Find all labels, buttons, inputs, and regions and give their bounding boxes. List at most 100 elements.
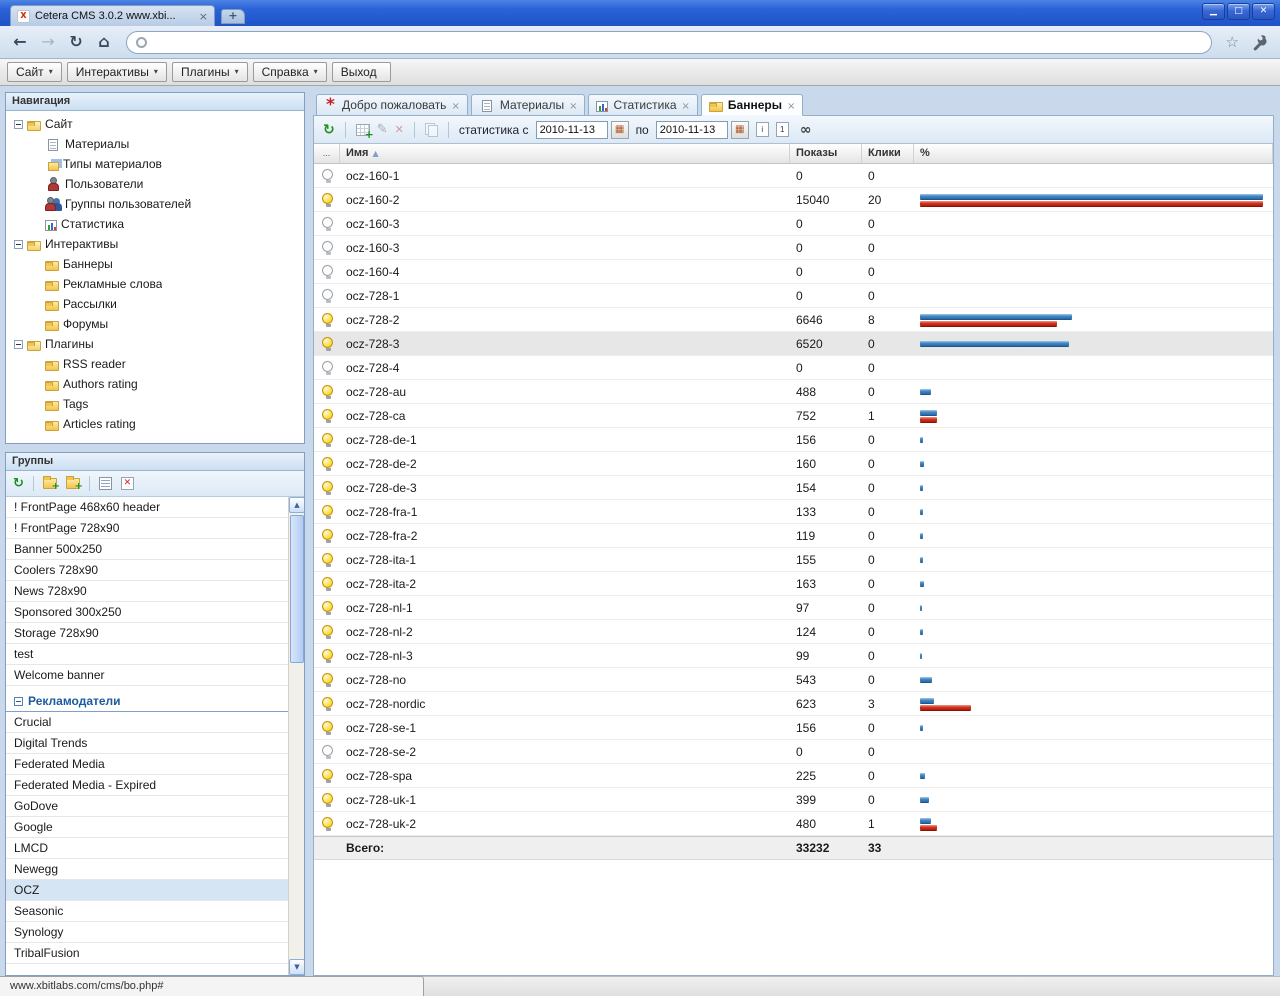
date-to-input[interactable]: [656, 121, 728, 139]
banner-row[interactable]: ocz-728-3 6520 0: [314, 332, 1273, 356]
banner-row[interactable]: ocz-728-ita-1 155 0: [314, 548, 1273, 572]
banner-row[interactable]: ocz-728-fra-1 133 0: [314, 500, 1273, 524]
content-tab[interactable]: Добро пожаловать: [316, 94, 468, 116]
group-item[interactable]: test: [6, 644, 288, 665]
restore-button[interactable]: □: [1227, 3, 1250, 20]
banner-row[interactable]: ocz-728-de-2 160 0: [314, 452, 1273, 476]
delete-banner-icon[interactable]: ✕: [395, 124, 404, 135]
banner-status-bulb-icon[interactable]: [322, 505, 333, 516]
link-icon[interactable]: ∞: [800, 123, 811, 137]
group-item[interactable]: Storage 728x90: [6, 623, 288, 644]
expander-icon[interactable]: [14, 120, 23, 129]
tree-item[interactable]: Форумы: [6, 314, 304, 334]
content-tab[interactable]: Статистика: [588, 94, 697, 116]
banner-status-bulb-icon[interactable]: [322, 409, 333, 420]
banner-status-bulb-icon[interactable]: [322, 337, 333, 348]
group-item[interactable]: Synology: [6, 922, 288, 943]
banner-row[interactable]: ocz-728-nl-3 99 0: [314, 644, 1273, 668]
tree-item[interactable]: Рассылки: [6, 294, 304, 314]
banner-row[interactable]: ocz-160-2 15040 20: [314, 188, 1273, 212]
group-item[interactable]: News 728x90: [6, 581, 288, 602]
new-tab-button[interactable]: +: [221, 9, 245, 24]
banner-row[interactable]: ocz-728-uk-1 399 0: [314, 788, 1273, 812]
tree-item[interactable]: Типы материалов: [6, 154, 304, 174]
tree-item[interactable]: Группы пользователей: [6, 194, 304, 214]
group-item[interactable]: ! FrontPage 728x90: [6, 518, 288, 539]
banner-status-bulb-icon[interactable]: [322, 745, 333, 756]
content-tab[interactable]: Баннеры: [701, 94, 803, 116]
banner-status-bulb-icon[interactable]: [322, 217, 333, 228]
calendar-to-icon[interactable]: ▦: [731, 121, 749, 139]
banner-row[interactable]: ocz-728-no 543 0: [314, 668, 1273, 692]
banner-row[interactable]: ocz-728-4 0 0: [314, 356, 1273, 380]
collapse-icon[interactable]: [14, 697, 23, 706]
tree-item[interactable]: Статистика: [6, 214, 304, 234]
info-icon[interactable]: i: [756, 122, 769, 137]
tree-item[interactable]: Пользователи: [6, 174, 304, 194]
close-button[interactable]: ✕: [1252, 3, 1275, 20]
banner-row[interactable]: ocz-728-au 488 0: [314, 380, 1273, 404]
banner-row[interactable]: ocz-728-spa 225 0: [314, 764, 1273, 788]
banner-row[interactable]: ocz-160-1 0 0: [314, 164, 1273, 188]
group-item[interactable]: Seasonic: [6, 901, 288, 922]
scroll-up-icon[interactable]: ▲: [289, 497, 304, 513]
group-item[interactable]: Federated Media - Expired: [6, 775, 288, 796]
tab-close-icon[interactable]: [569, 98, 577, 112]
tree-item[interactable]: Tags: [6, 394, 304, 414]
banner-status-bulb-icon[interactable]: [322, 265, 333, 276]
banner-status-bulb-icon[interactable]: [322, 193, 333, 204]
banner-status-bulb-icon[interactable]: [322, 697, 333, 708]
tree-item[interactable]: Рекламные слова: [6, 274, 304, 294]
refresh-groups-icon[interactable]: ↻: [13, 477, 24, 490]
banner-status-bulb-icon[interactable]: [322, 817, 333, 828]
banner-row[interactable]: ocz-728-de-3 154 0: [314, 476, 1273, 500]
banner-status-bulb-icon[interactable]: [322, 793, 333, 804]
banner-row[interactable]: ocz-728-uk-2 480 1: [314, 812, 1273, 836]
banner-status-bulb-icon[interactable]: [322, 625, 333, 636]
address-bar-input[interactable]: [154, 35, 1202, 49]
banner-status-bulb-icon[interactable]: [322, 673, 333, 684]
minimize-button[interactable]: ▁: [1202, 3, 1225, 20]
refresh-icon[interactable]: ↻: [323, 123, 335, 137]
banner-row[interactable]: ocz-728-ita-2 163 0: [314, 572, 1273, 596]
home-button[interactable]: ⌂: [92, 30, 116, 54]
group-item[interactable]: Crucial: [6, 712, 288, 733]
banner-status-bulb-icon[interactable]: [322, 385, 333, 396]
date-from-input[interactable]: [536, 121, 608, 139]
banner-row[interactable]: ocz-728-se-1 156 0: [314, 716, 1273, 740]
address-bar[interactable]: [126, 31, 1212, 54]
banner-row[interactable]: ocz-160-4 0 0: [314, 260, 1273, 284]
tree-item[interactable]: Материалы: [6, 134, 304, 154]
banner-row[interactable]: ocz-728-1 0 0: [314, 284, 1273, 308]
banner-row[interactable]: ocz-728-nl-1 97 0: [314, 596, 1273, 620]
forward-button[interactable]: →: [36, 30, 60, 54]
banner-row[interactable]: ocz-728-ca 752 1: [314, 404, 1273, 428]
tree-item[interactable]: Интерактивы: [6, 234, 304, 254]
banner-row[interactable]: ocz-728-se-2 0 0: [314, 740, 1273, 764]
tree-item[interactable]: Плагины: [6, 334, 304, 354]
groups-scrollbar[interactable]: ▲ ▼: [288, 497, 304, 975]
group-item[interactable]: Google: [6, 817, 288, 838]
edit-banner-icon[interactable]: ✎: [377, 123, 388, 136]
menu-item[interactable]: Интерактивы ▾: [67, 62, 167, 82]
menu-item[interactable]: Сайт ▾: [7, 62, 62, 82]
calendar-from-icon[interactable]: ▦: [611, 121, 629, 139]
add-banner-icon[interactable]: [356, 124, 370, 136]
bookmark-star-icon[interactable]: ☆: [1222, 35, 1243, 50]
tree-item[interactable]: Баннеры: [6, 254, 304, 274]
group-item[interactable]: OCZ: [6, 880, 288, 901]
banner-status-bulb-icon[interactable]: [322, 169, 333, 180]
banner-row[interactable]: ocz-728-nordic 623 3: [314, 692, 1273, 716]
column-header-clicks[interactable]: Клики: [862, 144, 914, 163]
column-header-name[interactable]: Имя▲: [340, 144, 790, 163]
tree-item[interactable]: Authors rating: [6, 374, 304, 394]
back-button[interactable]: ←: [8, 30, 32, 54]
group-item[interactable]: TribalFusion: [6, 943, 288, 964]
banner-row[interactable]: ocz-728-fra-2 119 0: [314, 524, 1273, 548]
browser-tab[interactable]: X Cetera CMS 3.0.2 www.xbi... ×: [10, 5, 215, 26]
reload-button[interactable]: ↻: [64, 30, 88, 54]
tree-item[interactable]: Articles rating: [6, 414, 304, 434]
tab-close-icon[interactable]: [451, 98, 459, 112]
group-item[interactable]: Sponsored 300x250: [6, 602, 288, 623]
banner-status-bulb-icon[interactable]: [322, 529, 333, 540]
